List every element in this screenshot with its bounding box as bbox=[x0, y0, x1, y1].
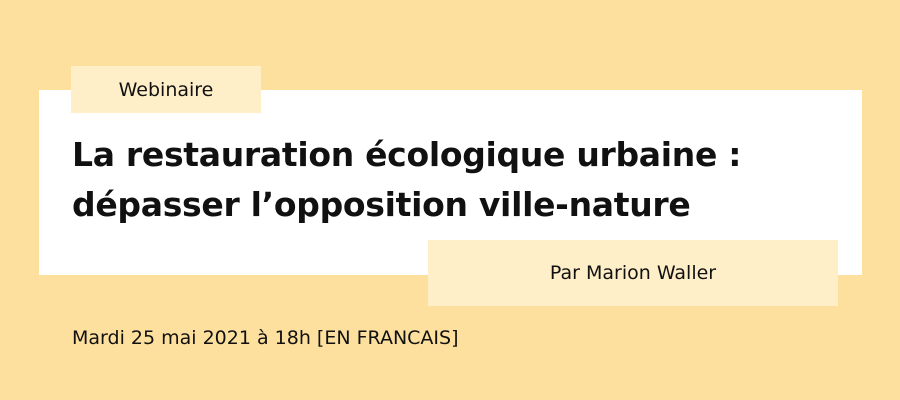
category-tag: Webinaire bbox=[71, 66, 261, 113]
author-label: Par Marion Waller bbox=[549, 262, 717, 284]
page-title: La restauration écologique urbaine : dép… bbox=[72, 130, 741, 230]
author-tag: Par Marion Waller bbox=[428, 240, 838, 306]
title-line-2: dépasser l’opposition ville-nature bbox=[72, 185, 691, 224]
event-date: Mardi 25 mai 2021 à 18h [EN FRANCAIS] bbox=[72, 327, 459, 349]
title-line-1: La restauration écologique urbaine : bbox=[72, 135, 742, 174]
category-label: Webinaire bbox=[118, 78, 214, 101]
